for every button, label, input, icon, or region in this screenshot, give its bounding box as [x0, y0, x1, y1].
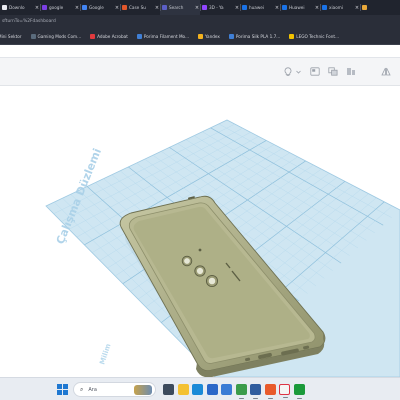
bookmarks-bar: Mini Sektor Gaming Mods Com... Adobe Acrob… — [0, 28, 400, 45]
editor-toolbar — [0, 58, 400, 86]
bookmark-label: Porima Silk PLA 1.7... — [235, 33, 281, 39]
bookmark-label: Mini Sektor — [0, 33, 22, 39]
terminal-icon[interactable] — [250, 384, 261, 399]
workplane-scene: Çalışma Düzlemi Milim — [45, 119, 400, 377]
note-icon[interactable] — [310, 66, 320, 77]
bookmark-favicon-icon — [228, 33, 234, 39]
bookmark-label: Gaming Mods Com... — [37, 33, 82, 39]
tab-label: Case Su — [129, 5, 146, 10]
group-icon[interactable] — [328, 66, 338, 77]
bookmark-label: LEGO Technic Font... — [296, 33, 340, 39]
app-icon[interactable] — [264, 384, 276, 399]
bookmark-favicon-icon — [30, 33, 36, 39]
bookmark-item[interactable]: Gaming Mods Com... — [30, 33, 82, 39]
bookmark-favicon-icon — [90, 33, 96, 39]
bookmark-item[interactable]: Mini Sektor — [0, 34, 22, 39]
browser-tab-strip: Downlo × google × Google × Case Su × Search × 3D -… — [0, 0, 400, 15]
tab-label: google — [49, 5, 64, 10]
file-explorer-icon[interactable] — [177, 384, 189, 395]
browser-tab[interactable]: xiaomi × — [320, 0, 360, 15]
tab-favicon-icon — [202, 5, 207, 10]
lightbulb-icon[interactable] — [283, 66, 293, 77]
search-icon: ⌕ — [80, 385, 84, 393]
bookmark-label: Yandex — [205, 33, 220, 39]
bookmark-label: Porima Filament Mo... — [143, 33, 190, 39]
browser-tab[interactable]: huawei × — [240, 0, 280, 15]
tab-favicon-icon — [42, 5, 47, 10]
tab-label: huawei — [249, 5, 265, 10]
tab-favicon-icon — [162, 5, 167, 10]
tab-label: Google — [89, 5, 104, 10]
tab-favicon-icon — [322, 5, 327, 10]
bookmark-item[interactable]: Adobe Acrobat — [90, 33, 128, 39]
edge-icon[interactable] — [192, 384, 203, 395]
tab-favicon-icon — [82, 5, 87, 10]
tab-label: Search — [169, 5, 184, 10]
url-text[interactable]: sfturnTo=%2Fdashboard — [2, 19, 56, 24]
browser-tab[interactable]: Google × — [80, 0, 120, 15]
bookmark-item[interactable]: LEGO Technic Font... — [289, 33, 340, 39]
3d-viewport[interactable]: Çalışma Düzlemi Milim — [0, 87, 400, 377]
app-header — [0, 46, 400, 58]
browser-tab[interactable]: Huawei × — [280, 0, 320, 15]
browser-tab[interactable]: google × — [40, 0, 80, 15]
taskbar-search[interactable]: ⌕ Ara — [73, 382, 156, 397]
tab-favicon-icon — [122, 5, 127, 10]
windows-taskbar: ⌕ Ara — [0, 377, 400, 400]
bookmark-item[interactable]: Porima Silk PLA 1.7... — [228, 33, 281, 39]
bookmark-favicon-icon — [198, 33, 204, 39]
yandex-browser-icon[interactable] — [279, 384, 290, 398]
browser-tab[interactable] — [360, 0, 400, 15]
tab-favicon-icon — [242, 5, 247, 10]
align-icon[interactable] — [346, 66, 356, 77]
tab-label: xiaomi — [329, 5, 344, 10]
tab-label: Huawei — [289, 5, 305, 10]
tab-label: Downlo — [9, 5, 25, 10]
browser-tab[interactable]: Search × — [160, 0, 200, 15]
units-label: Milim — [98, 343, 112, 366]
bookmark-label: Adobe Acrobat — [97, 33, 128, 39]
game-icon[interactable] — [293, 384, 305, 399]
address-bar[interactable]: sfturnTo=%2Fdashboard — [0, 15, 400, 28]
task-view-icon[interactable] — [163, 384, 174, 395]
bookmark-favicon-icon — [136, 33, 142, 39]
chrome-icon[interactable] — [235, 384, 247, 399]
search-highlight-image — [134, 385, 152, 395]
screen: Downlo × google × Google × Case Su × Search × 3D -… — [0, 0, 400, 400]
windows-start-icon[interactable] — [57, 384, 68, 395]
chevron-down-icon[interactable] — [295, 66, 301, 77]
store-icon[interactable] — [221, 384, 232, 395]
bookmark-favicon-icon — [289, 33, 295, 39]
tab-favicon-icon — [282, 5, 287, 10]
tab-favicon-icon — [2, 5, 7, 10]
tinkercad-editor: Çalışma Düzlemi Milim — [0, 46, 400, 377]
browser-tab[interactable]: 3D - Ya × — [200, 0, 240, 15]
mail-icon[interactable] — [206, 384, 218, 395]
bookmark-item[interactable]: Yandex — [198, 33, 220, 39]
tab-label: 3D - Ya — [209, 5, 224, 10]
search-placeholder: Ara — [88, 386, 97, 393]
browser-tab[interactable]: Case Su × — [120, 0, 160, 15]
mirror-icon[interactable] — [381, 66, 391, 77]
browser-tab[interactable]: Downlo × — [0, 0, 40, 15]
bookmark-item[interactable]: Porima Filament Mo... — [136, 33, 190, 39]
tab-favicon-icon — [362, 5, 367, 10]
